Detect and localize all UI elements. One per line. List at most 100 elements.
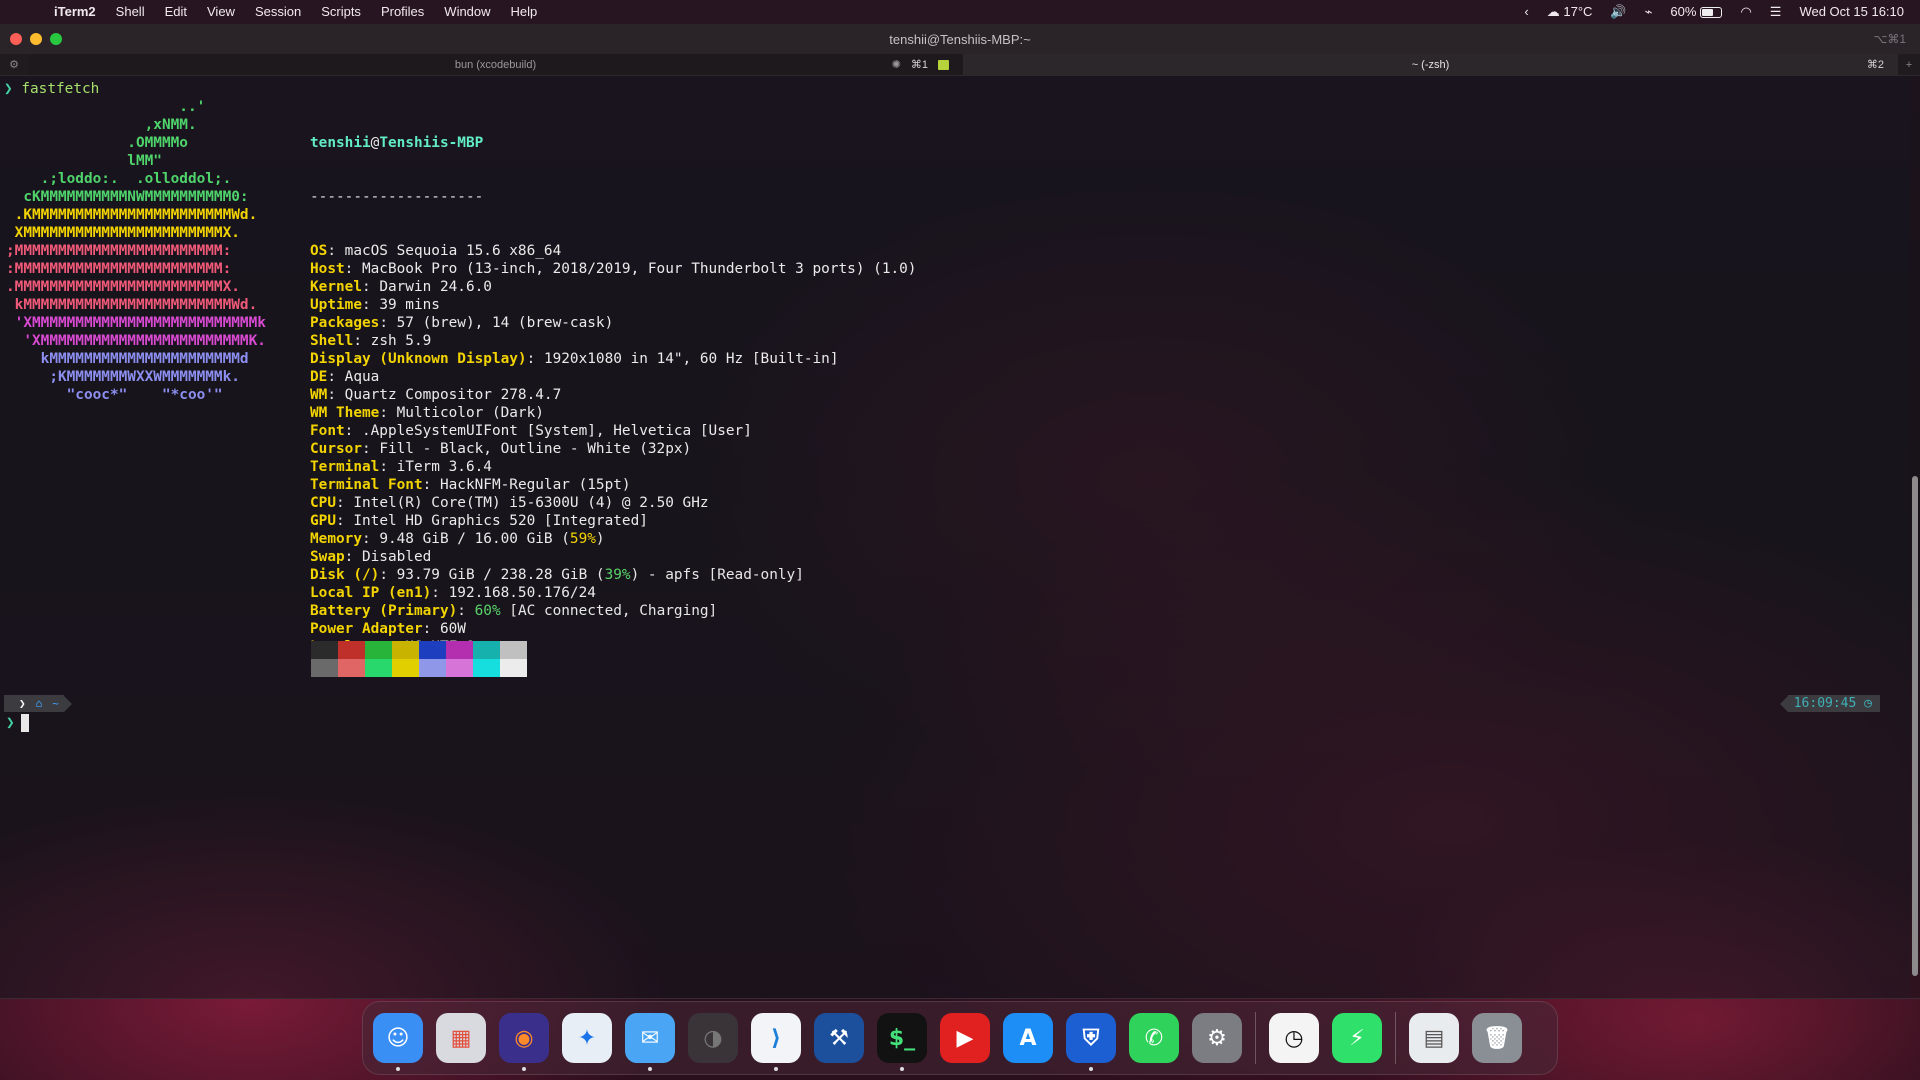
info-percent: 59%: [569, 531, 596, 547]
scrollbar-thumb[interactable]: [1912, 476, 1918, 976]
palette-swatch: [446, 641, 473, 659]
info-row: WM Theme: Multicolor (Dark): [310, 405, 544, 421]
dock-system-settings-icon[interactable]: ⚙: [1192, 1013, 1242, 1063]
input-line[interactable]: ❯: [6, 714, 29, 732]
info-value: 1920x1080 in 14", 60 Hz [Built-in]: [543, 351, 839, 367]
control-center-icon[interactable]: ☰: [1770, 0, 1782, 24]
scrollbar[interactable]: [1910, 76, 1920, 998]
dock-youtube-music-icon[interactable]: ▶: [940, 1013, 990, 1063]
menu-scripts[interactable]: Scripts: [311, 0, 371, 24]
menu-view[interactable]: View: [197, 0, 245, 24]
palette-swatch: [419, 659, 446, 677]
wifi-icon[interactable]: ◠: [1740, 0, 1751, 24]
dock-finder-icon[interactable]: ☺: [373, 1013, 423, 1071]
prompt-symbol: ❯: [4, 81, 13, 97]
menu-window[interactable]: Window: [434, 0, 500, 24]
palette-swatch: [446, 659, 473, 677]
info-value: Quartz Compositor 278.4.7: [344, 387, 562, 403]
chevron-left-icon[interactable]: ‹: [1524, 0, 1528, 24]
info-key: WM Theme: [310, 405, 380, 421]
info-row: Font: .AppleSystemUIFont [System], Helve…: [310, 423, 752, 439]
logo-line: .MMMMMMMMMMMMMMMMMMMMMMMMX.: [6, 279, 240, 295]
menu-profiles[interactable]: Profiles: [371, 0, 434, 24]
info-key: OS: [310, 243, 328, 259]
info-key: Battery (Primary): [310, 603, 458, 619]
dock-bitwarden-icon[interactable]: ⛨: [1066, 1013, 1116, 1071]
bluetooth-off-icon[interactable]: ⌁: [1645, 0, 1653, 24]
info-key: Host: [310, 261, 345, 277]
volume-icon[interactable]: 🔊: [1610, 0, 1626, 24]
dock-launchpad-icon[interactable]: ▦: [436, 1013, 486, 1063]
logo-line: kMMMMMMMMMMMMMMMMMMMMMMMMWd.: [6, 297, 258, 313]
palette-swatch: [311, 659, 338, 677]
dock-app-store-icon[interactable]: A: [1003, 1013, 1053, 1063]
dock-whatsapp-icon[interactable]: ✆: [1129, 1013, 1179, 1063]
dock-xcode-icon[interactable]: ⚒: [814, 1013, 864, 1063]
logo-line: ;MMMMMMMMMMMMMMMMMMMMMMMM:: [6, 243, 232, 259]
gear-icon[interactable]: ⚙: [0, 54, 28, 75]
tab-label: ~ (-zsh): [1411, 58, 1450, 71]
menu-shell[interactable]: Shell: [106, 0, 155, 24]
info-row: DE: Aqua: [310, 369, 380, 385]
user-name: tenshii: [310, 135, 371, 151]
tab-zsh[interactable]: ~ (-zsh) ⌘2: [963, 54, 1898, 75]
info-value: 192.168.50.176/24: [448, 585, 596, 601]
palette-swatch: [419, 641, 446, 659]
menu-help[interactable]: Help: [501, 0, 548, 24]
dock-terminal-icon[interactable]: $_: [877, 1013, 927, 1071]
battery-status[interactable]: 60%: [1670, 0, 1723, 24]
command-line: ❯ fastfetch: [4, 80, 99, 98]
info-value: Intel(R) Core(TM) i5-6300U (4) @ 2.50 GH…: [353, 495, 709, 511]
info-value: Intel HD Graphics 520 [Integrated]: [353, 513, 648, 529]
palette-swatch: [500, 659, 527, 677]
dock: ☺ ▦ ◉ ✦ ✉ ◑ ⟩ ⚒ $_ ▶ A ⛨ ✆ ⚙ ◷ ⚡ ▤ 🗑: [362, 1001, 1558, 1075]
menu-session[interactable]: Session: [245, 0, 311, 24]
new-tab-button[interactable]: +: [1898, 54, 1920, 75]
menu-edit[interactable]: Edit: [155, 0, 197, 24]
info-row: OS: macOS Sequoia 15.6 x86_64: [310, 243, 562, 259]
dock-separator: [1255, 1012, 1256, 1064]
dock-firefox-icon[interactable]: ◉: [499, 1013, 549, 1071]
dock-clock-icon[interactable]: ◷: [1269, 1013, 1319, 1063]
prompt-time-text: 16:09:45: [1793, 695, 1857, 711]
info-tail: [AC connected, Charging]: [500, 603, 718, 619]
info-percent: 60%: [474, 603, 501, 619]
tilde-dir: ~: [47, 695, 64, 712]
running-indicator: [396, 1067, 400, 1071]
info-row: WM: Quartz Compositor 278.4.7: [310, 387, 562, 403]
logo-line: ,xNMM.: [6, 117, 197, 133]
logo-line: .;loddo:. .olloddol;.: [6, 171, 232, 187]
info-row: Swap: Disabled: [310, 549, 432, 565]
info-key: Packages: [310, 315, 380, 331]
weather-temp: 17°C: [1563, 4, 1593, 19]
logo-line: "cooc*" "*coo'": [6, 387, 223, 403]
separator-line: --------------------: [310, 189, 484, 205]
dock-vscode-icon[interactable]: ⟩: [751, 1013, 801, 1071]
dock-battery-app-icon[interactable]: ⚡: [1332, 1013, 1382, 1063]
info-value: HackNFM-Regular (15pt): [439, 477, 631, 493]
info-key: Uptime: [310, 297, 362, 313]
dock-mail-icon[interactable]: ✉: [625, 1013, 675, 1071]
logo-line: cKMMMMMMMMMMNWMMMMMMMMMM0:: [6, 189, 249, 205]
tab-bun-xcodebuild[interactable]: bun (xcodebuild) ✺ ⌘1: [28, 54, 963, 75]
menu-app-name[interactable]: iTerm2: [54, 0, 106, 24]
dock-safari-icon[interactable]: ✦: [562, 1013, 612, 1063]
menu-clock[interactable]: Wed Oct 15 16:10: [1799, 0, 1904, 24]
info-value: Multicolor (Dark): [396, 405, 544, 421]
dock-unknown-app-icon[interactable]: ◑: [688, 1013, 738, 1063]
palette-swatch: [365, 659, 392, 677]
terminal-pane[interactable]: ❯ fastfetch ..' ,xNMM. .OMMMMo lMM" .;lo…: [0, 76, 1910, 998]
info-key: Terminal: [310, 459, 380, 475]
info-key: Font: [310, 423, 345, 439]
title-bar[interactable]: tenshii@Tenshiis-MBP:~ ⌥⌘1: [0, 24, 1920, 54]
weather-widget[interactable]: ☁ 17°C: [1547, 0, 1593, 24]
tab-bar: ⚙ bun (xcodebuild) ✺ ⌘1 ~ (-zsh) ⌘2 +: [0, 54, 1920, 76]
dock-trash-icon[interactable]: 🗑: [1472, 1013, 1522, 1063]
dock-separator: [1395, 1012, 1396, 1064]
tab-label: bun (xcodebuild): [454, 58, 537, 71]
dock-documents-icon[interactable]: ▤: [1409, 1013, 1459, 1063]
info-tail: ): [595, 531, 605, 547]
info-value: 9.48 GiB / 16.00 GiB (: [379, 531, 570, 547]
info-row: Memory: 9.48 GiB / 16.00 GiB (59%): [310, 531, 605, 547]
logo-line: 'XMMMMMMMMMMMMMMMMMMMMMMMMMMk: [6, 315, 266, 331]
